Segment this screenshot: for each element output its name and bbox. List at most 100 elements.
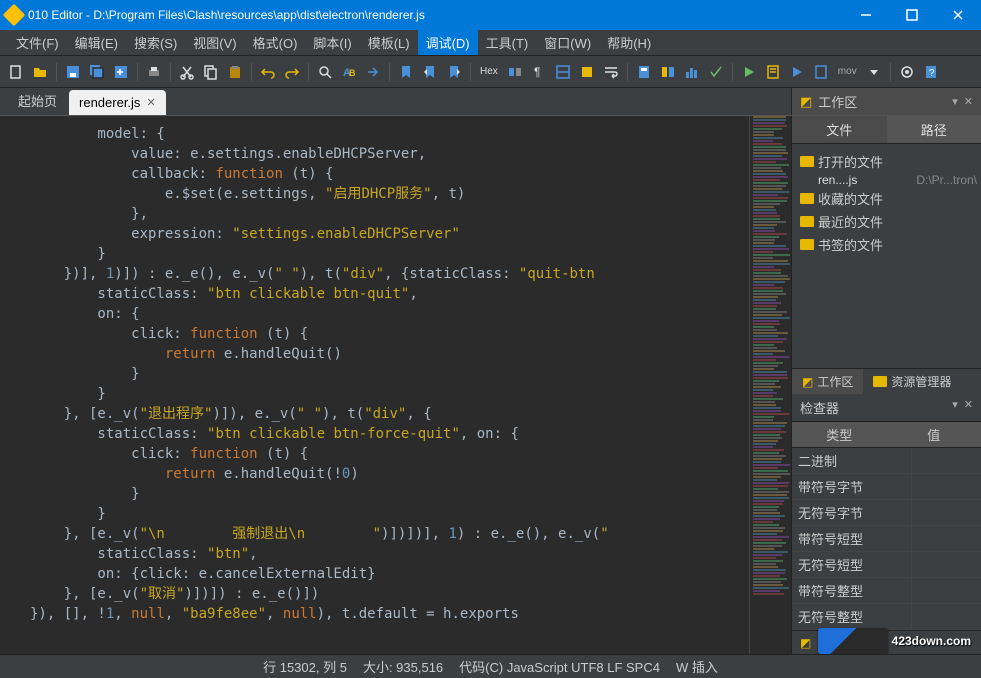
highlight-icon[interactable] xyxy=(577,62,597,82)
window-title: 010 Editor - D:\Program Files\Clash\reso… xyxy=(28,8,425,22)
inspector-row[interactable]: 无符号短型 xyxy=(792,552,981,578)
app-icon xyxy=(3,4,26,27)
paste-icon[interactable] xyxy=(225,62,245,82)
tab-explorer[interactable]: 资源管理器 xyxy=(863,369,961,394)
code-view[interactable]: model: { value: e.settings.enableDHCPSer… xyxy=(0,116,749,654)
folder-icon xyxy=(800,193,814,204)
inspector-row[interactable]: 带符号字节 xyxy=(792,474,981,500)
checksum-icon[interactable] xyxy=(706,62,726,82)
menu-window[interactable]: 窗口(W) xyxy=(536,30,599,55)
toggle-icon[interactable] xyxy=(505,62,525,82)
undo-icon[interactable] xyxy=(258,62,278,82)
maximize-button[interactable] xyxy=(889,0,935,30)
editor-tabs: 起始页 renderer.js ✕ ◩ 工作区 ▾ ✕ xyxy=(0,88,981,116)
menu-debug[interactable]: 调试(D) xyxy=(418,30,478,55)
inspector-row[interactable]: 带符号整型 xyxy=(792,578,981,604)
svg-text:¶: ¶ xyxy=(534,65,540,79)
minimap[interactable] xyxy=(749,116,791,654)
tab-renderer[interactable]: renderer.js ✕ xyxy=(69,90,166,115)
script-run-icon[interactable] xyxy=(787,62,807,82)
wrap-icon[interactable] xyxy=(601,62,621,82)
workspace-panel-title: 工作区 xyxy=(818,92,857,111)
menu-file[interactable]: 文件(F) xyxy=(8,30,67,55)
tab-workspace[interactable]: ◩工作区 xyxy=(792,369,863,394)
title-bar: 010 Editor - D:\Program Files\Clash\reso… xyxy=(0,0,981,30)
goto-icon[interactable] xyxy=(363,62,383,82)
settings-icon[interactable] xyxy=(897,62,917,82)
tree-file-row[interactable]: ren....jsD:\Pr...tron\ xyxy=(796,173,977,187)
panel-tab-paths[interactable]: 路径 xyxy=(887,116,981,143)
ruler-icon[interactable] xyxy=(553,62,573,82)
cut-icon[interactable] xyxy=(177,62,197,82)
dropdown-icon[interactable] xyxy=(864,62,884,82)
menu-edit[interactable]: 编辑(E) xyxy=(67,30,126,55)
tab-close-icon[interactable]: ✕ xyxy=(146,96,155,109)
inspector-header: 检查器 ▾ ✕ xyxy=(792,394,981,422)
status-mode[interactable]: W 插入 xyxy=(676,657,718,676)
save-as-icon[interactable] xyxy=(111,62,131,82)
inspector-col-type[interactable]: 类型 xyxy=(792,422,887,447)
menu-bar: 文件(F) 编辑(E) 搜索(S) 视图(V) 格式(O) 脚本(I) 模板(L… xyxy=(0,30,981,56)
folder-icon xyxy=(800,216,814,227)
save-icon[interactable] xyxy=(63,62,83,82)
tree-bookmarks[interactable]: 书签的文件 xyxy=(796,233,977,256)
bookmark-next-icon[interactable] xyxy=(444,62,464,82)
tree-recent[interactable]: 最近的文件 xyxy=(796,210,977,233)
help-icon[interactable]: ? xyxy=(921,62,941,82)
tree-opened-files[interactable]: 打开的文件 xyxy=(796,150,977,173)
menu-tools[interactable]: 工具(T) xyxy=(478,30,537,55)
bookmark-prev-icon[interactable] xyxy=(420,62,440,82)
close-button[interactable] xyxy=(935,0,981,30)
tree-favorites[interactable]: 收藏的文件 xyxy=(796,187,977,210)
tab-label: renderer.js xyxy=(79,95,140,110)
folder-icon xyxy=(800,156,814,167)
template-icon[interactable] xyxy=(763,62,783,82)
panel-tab-files[interactable]: 文件 xyxy=(792,116,887,143)
panel-close-icon[interactable]: ✕ xyxy=(964,95,973,108)
open-file-icon[interactable] xyxy=(30,62,50,82)
hex-icon[interactable]: Hex xyxy=(477,62,501,82)
panel-dropdown-icon[interactable]: ▾ xyxy=(952,398,958,417)
menu-view[interactable]: 视图(V) xyxy=(185,30,244,55)
tab-inspector[interactable]: ◩ 检查器 xyxy=(792,630,981,654)
menu-template[interactable]: 模板(L) xyxy=(360,30,418,55)
inspector-row[interactable]: 二进制 xyxy=(792,448,981,474)
save-all-icon[interactable] xyxy=(87,62,107,82)
inspector-row[interactable]: 无符号字节 xyxy=(792,500,981,526)
redo-icon[interactable] xyxy=(282,62,302,82)
minimize-button[interactable] xyxy=(843,0,889,30)
menu-search[interactable]: 搜索(S) xyxy=(126,30,185,55)
status-encoding[interactable]: 代码(C) JavaScript UTF8 LF SPC4 xyxy=(459,657,660,676)
inspector-rows: 二进制 带符号字节 无符号字节 带符号短型 无符号短型 带符号整型 无符号整型 xyxy=(792,448,981,630)
template-run-icon[interactable] xyxy=(739,62,759,82)
menu-help[interactable]: 帮助(H) xyxy=(599,30,659,55)
text-icon[interactable]: ¶ xyxy=(529,62,549,82)
menu-format[interactable]: 格式(O) xyxy=(245,30,306,55)
toolbar: AB Hex ¶ mov ? xyxy=(0,56,981,88)
find-icon[interactable] xyxy=(315,62,335,82)
status-position[interactable]: 行 15302, 列 5 xyxy=(263,657,347,676)
inspector-row[interactable]: 带符号短型 xyxy=(792,526,981,552)
inspector-col-value[interactable]: 值 xyxy=(887,422,981,447)
panel-dropdown-icon[interactable]: ▾ xyxy=(952,95,958,108)
histogram-icon[interactable] xyxy=(682,62,702,82)
folder-icon xyxy=(800,239,814,250)
script-icon[interactable] xyxy=(811,62,831,82)
editor-area[interactable]: model: { value: e.settings.enableDHCPSer… xyxy=(0,116,791,654)
mov-label-icon[interactable]: mov xyxy=(835,62,860,82)
panel-close-icon[interactable]: ✕ xyxy=(964,398,973,417)
replace-icon[interactable]: AB xyxy=(339,62,359,82)
bookmark-icon[interactable] xyxy=(396,62,416,82)
copy-icon[interactable] xyxy=(201,62,221,82)
calculator-icon[interactable] xyxy=(634,62,654,82)
compare-icon[interactable] xyxy=(658,62,678,82)
tab-start[interactable]: 起始页 xyxy=(8,86,67,115)
cube-icon: ◩ xyxy=(800,94,812,110)
print-icon[interactable] xyxy=(144,62,164,82)
menu-script[interactable]: 脚本(I) xyxy=(305,30,359,55)
inspector-row[interactable]: 无符号整型 xyxy=(792,604,981,630)
new-file-icon[interactable] xyxy=(6,62,26,82)
inspector-tab-icon: ◩ xyxy=(800,636,811,650)
svg-text:?: ? xyxy=(929,68,935,79)
file-tree: 打开的文件 ren....jsD:\Pr...tron\ 收藏的文件 最近的文件… xyxy=(792,144,981,368)
